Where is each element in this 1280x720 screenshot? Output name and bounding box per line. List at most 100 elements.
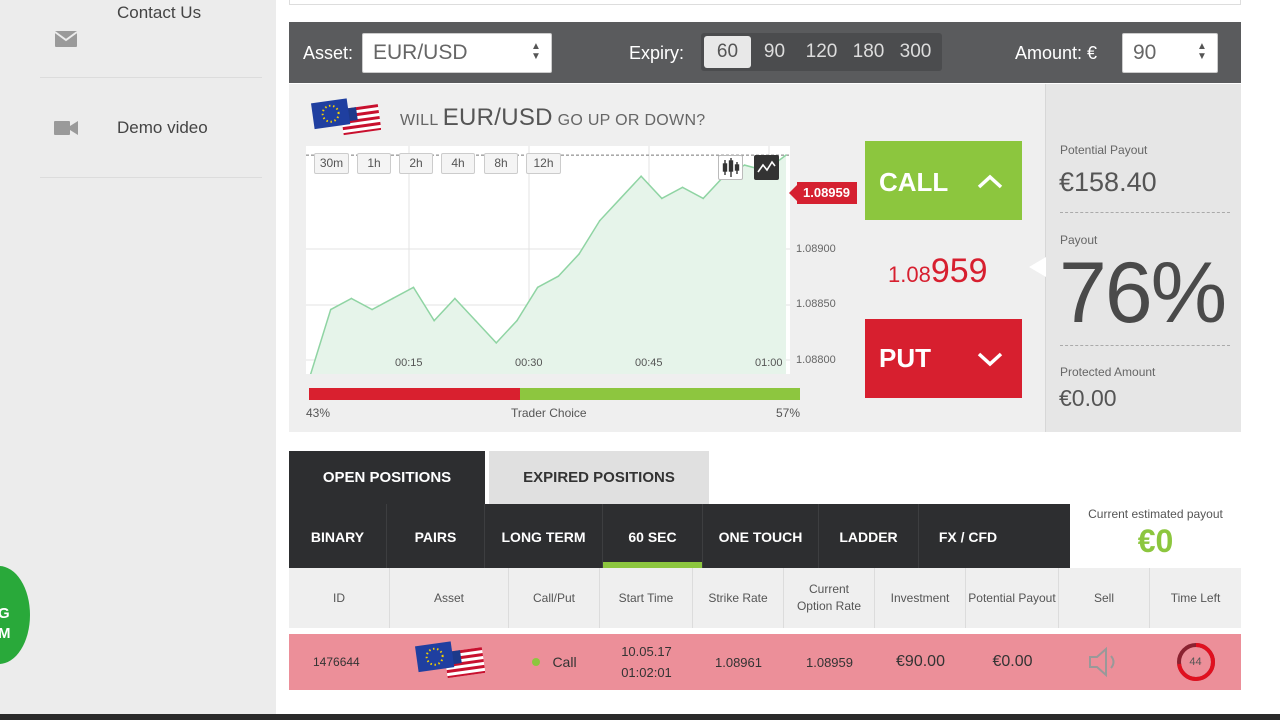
trader-choice-call-fill <box>520 388 800 400</box>
subtab-one-touch[interactable]: ONE TOUCH <box>703 504 819 568</box>
subtab-fx-cfd[interactable]: FX / CFD <box>919 504 1017 568</box>
expiry-option-300[interactable]: 300 <box>892 36 939 68</box>
time-left-cell: 44 <box>1150 634 1241 690</box>
question-heading: WILL EUR/USD GO UP OR DOWN? <box>400 104 706 132</box>
asset-label: Asset: <box>303 43 354 63</box>
price-point <box>578 253 580 255</box>
subtab-long-term[interactable]: LONG TERM <box>485 504 603 568</box>
price-point <box>640 175 642 178</box>
tab-open-positions[interactable]: OPEN POSITIONS <box>289 451 485 504</box>
speaker-icon[interactable] <box>1087 646 1123 678</box>
x-tick-label: 01:00 <box>755 357 783 369</box>
candlestick-icon[interactable] <box>718 155 743 180</box>
trader-choice-put-fill <box>309 388 521 400</box>
time-left-value: 44 <box>1189 656 1202 668</box>
timeframe-1h[interactable]: 1h <box>357 153 391 174</box>
price-area <box>310 155 786 377</box>
question-prefix: WILL <box>400 112 438 129</box>
column-header: Strike Rate <box>693 568 784 628</box>
updown-arrows-icon: ▲ ▼ <box>531 41 541 62</box>
x-tick-label: 00:30 <box>515 357 543 369</box>
envelope-icon <box>53 29 79 49</box>
subtab-binary[interactable]: BINARY <box>289 504 387 568</box>
chevron-down-icon <box>977 352 1003 367</box>
price-point <box>702 197 705 200</box>
protected-amount-value: €0.00 <box>1059 385 1117 411</box>
price-chart[interactable] <box>306 146 790 378</box>
divider <box>1060 345 1230 346</box>
column-header: Current Option Rate <box>784 568 875 628</box>
countdown-timer: 44 <box>1176 642 1216 682</box>
price-point <box>516 319 518 322</box>
timeframe-4h[interactable]: 4h <box>441 153 475 174</box>
price-point <box>743 164 746 166</box>
updown-arrows-icon: ▲ ▼ <box>1197 41 1207 62</box>
sidebar-item-contact[interactable]: Contact Us <box>40 0 262 78</box>
put-label: PUT <box>879 343 931 373</box>
subtab-60-sec[interactable]: 60 SEC <box>603 504 703 568</box>
video-camera-icon <box>53 118 79 138</box>
positions-tabs: OPEN POSITIONS EXPIRED POSITIONS <box>289 451 709 504</box>
bottom-strip <box>0 714 1280 720</box>
x-tick-label: 00:45 <box>635 357 663 369</box>
price-point <box>681 186 684 189</box>
expiry-option-120[interactable]: 120 <box>798 36 845 68</box>
direction-cell: Call <box>509 634 600 690</box>
price-point <box>329 308 332 311</box>
start-date: 10.05.17 <box>621 644 672 659</box>
price-point <box>391 297 394 300</box>
subtab-ladder[interactable]: LADDER <box>819 504 919 568</box>
expiry-option-60[interactable]: 60 <box>704 36 751 68</box>
price-chart-svg <box>306 146 790 378</box>
protected-amount-label: Protected Amount <box>1060 365 1156 379</box>
asset-cell <box>390 634 509 690</box>
eu-us-flag-icon <box>414 641 485 679</box>
call-button[interactable]: CALL <box>865 141 1022 220</box>
column-header: Asset <box>390 568 509 628</box>
price-point <box>619 197 622 200</box>
amount-value: 90 <box>1133 41 1157 64</box>
price-point <box>661 197 663 200</box>
y-tick-label: 1.08900 <box>796 243 836 255</box>
timeframe-12h[interactable]: 12h <box>526 153 561 174</box>
tab-expired-positions[interactable]: EXPIRED POSITIONS <box>489 451 709 504</box>
expiry-selector: 60 90 120 180 300 <box>701 33 942 71</box>
price-point <box>433 319 435 322</box>
potential-payout-label: Potential Payout <box>1060 143 1148 157</box>
put-button[interactable]: PUT <box>865 319 1022 398</box>
timeframe-2h[interactable]: 2h <box>399 153 433 174</box>
price-point <box>412 286 415 289</box>
position-type-tabs: BINARY PAIRS LONG TERM 60 SEC ONE TOUCH … <box>289 504 1070 568</box>
potential-payout-value: €158.40 <box>1059 167 1157 197</box>
timeframe-8h[interactable]: 8h <box>484 153 518 174</box>
expiry-option-90[interactable]: 90 <box>751 36 798 68</box>
current-rate: 1.08959 <box>806 654 853 670</box>
y-tick-label: 1.08850 <box>796 298 836 310</box>
divider <box>1060 212 1230 213</box>
asset-select[interactable]: EUR/USD ▲ ▼ <box>362 33 552 73</box>
call-percentage: 57% <box>776 406 801 420</box>
line-chart-icon[interactable] <box>754 155 779 180</box>
asset-value: EUR/USD <box>373 41 468 64</box>
question-asset: EUR/USD <box>442 104 553 131</box>
put-percentage: 43% <box>306 406 331 420</box>
column-header: Time Left <box>1170 590 1221 605</box>
sidebar-item-label: Demo video <box>117 117 208 137</box>
price-point <box>371 308 373 311</box>
timeframe-30m[interactable]: 30m <box>314 153 349 174</box>
position-id: 1476644 <box>313 655 360 669</box>
current-price-digits: 959 <box>930 252 988 290</box>
expiry-option-180[interactable]: 180 <box>845 36 892 68</box>
price-point <box>557 275 560 278</box>
price-point <box>495 342 498 344</box>
positions-table-header: ID Asset Call/Put Start Time Strike Rate… <box>289 568 1241 628</box>
badge-text: G <box>0 605 10 622</box>
estimated-payout-label: Current estimated payout <box>1088 507 1223 521</box>
table-row[interactable]: 1476644 Call 10.05.17 01:02:01 1.08961 1… <box>289 634 1241 690</box>
sell-cell <box>1059 634 1150 690</box>
call-dot-icon <box>532 658 541 666</box>
chat-badge[interactable]: G M <box>0 566 30 664</box>
amount-stepper[interactable]: 90 ▲ ▼ <box>1122 33 1218 73</box>
subtab-pairs[interactable]: PAIRS <box>387 504 485 568</box>
sidebar-item-demo-video[interactable]: Demo video <box>40 78 262 178</box>
